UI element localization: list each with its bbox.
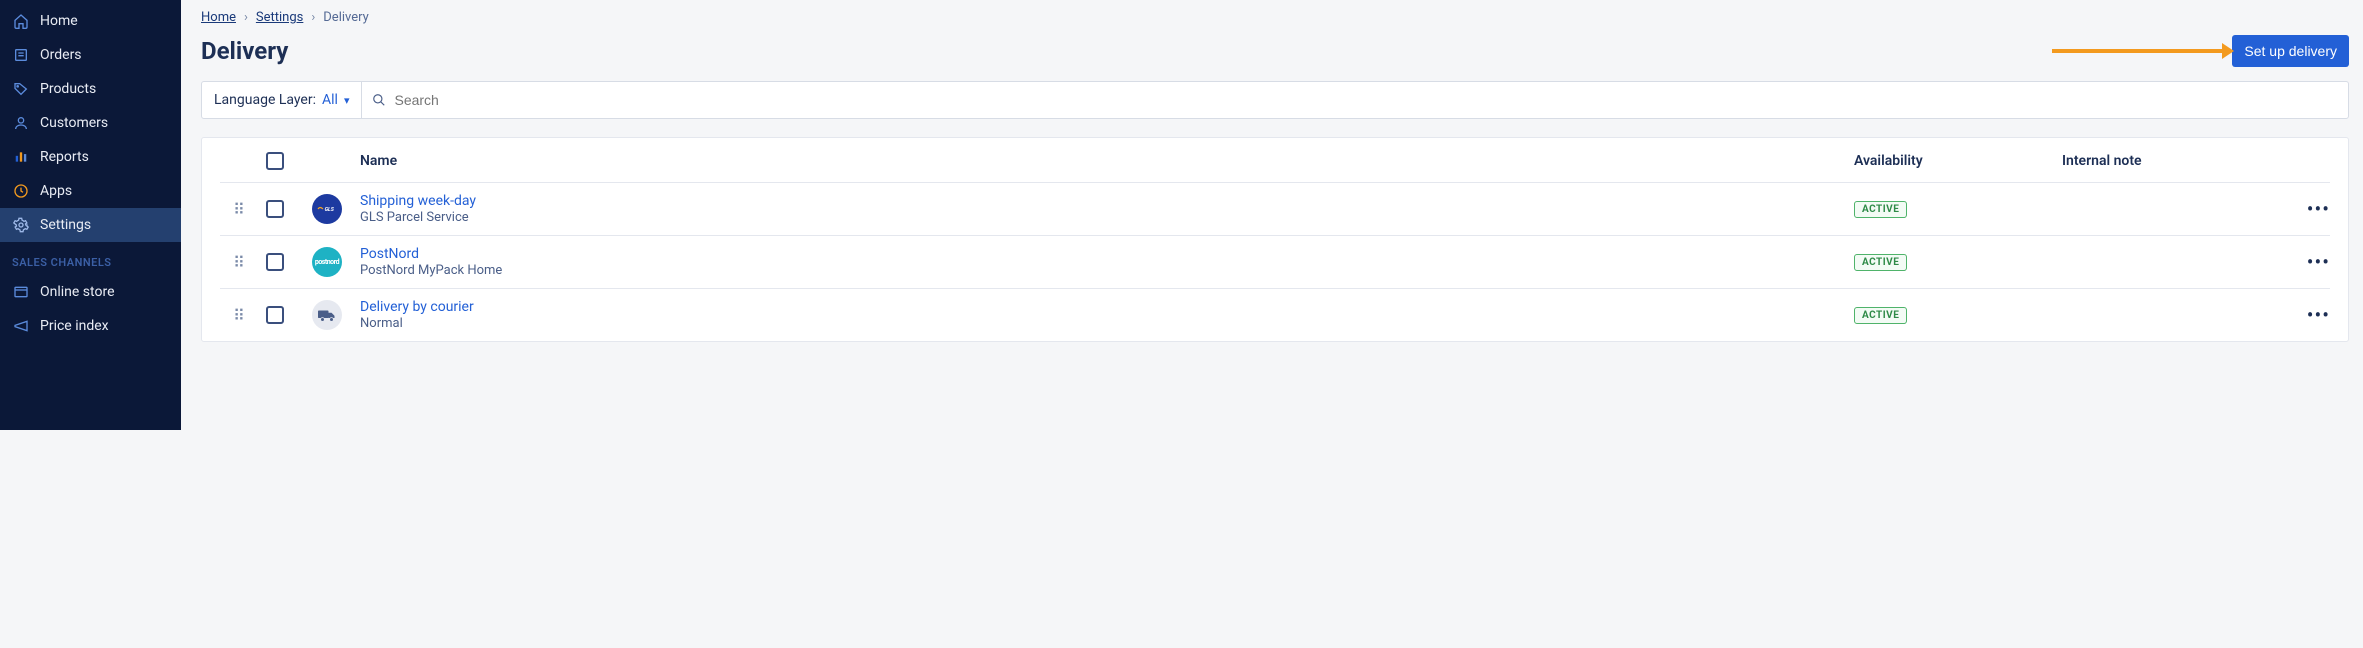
- sidebar-item-label: Price index: [40, 318, 109, 334]
- home-icon: [12, 12, 30, 30]
- provider-avatar-gls: GLS: [312, 194, 342, 224]
- table-row: ⠿ postnord PostNord PostNord MyPack Home…: [220, 236, 2330, 289]
- row-actions-menu[interactable]: •••: [2270, 197, 2330, 221]
- row-subtitle: Normal: [360, 316, 1846, 331]
- col-internal-note: Internal note: [2062, 153, 2262, 169]
- row-actions-menu[interactable]: •••: [2270, 250, 2330, 274]
- row-actions-menu[interactable]: •••: [2270, 303, 2330, 327]
- reports-icon: [12, 148, 30, 166]
- search-input[interactable]: [394, 82, 2338, 118]
- sidebar-item-products[interactable]: Products: [0, 72, 181, 106]
- drag-handle-icon[interactable]: ⠿: [220, 200, 258, 219]
- filter-bar: Language Layer: All ▾: [201, 81, 2349, 119]
- main-content: Home › Settings › Delivery Delivery Set …: [181, 0, 2363, 430]
- chevron-right-icon: ›: [311, 10, 315, 25]
- sidebar-item-label: Home: [40, 13, 78, 29]
- sidebar-item-label: Reports: [40, 149, 89, 165]
- sidebar-item-customers[interactable]: Customers: [0, 106, 181, 140]
- sidebar-item-label: Settings: [40, 217, 91, 233]
- status-badge: ACTIVE: [1854, 307, 1907, 324]
- sidebar-item-reports[interactable]: Reports: [0, 140, 181, 174]
- annotation-arrow: [2052, 49, 2222, 53]
- row-subtitle: GLS Parcel Service: [360, 210, 1846, 225]
- breadcrumb-current: Delivery: [323, 10, 369, 25]
- setup-delivery-button[interactable]: Set up delivery: [2232, 35, 2349, 67]
- sidebar-item-label: Apps: [40, 183, 72, 199]
- sidebar-item-label: Online store: [40, 284, 115, 300]
- page-title: Delivery: [201, 37, 288, 65]
- sidebar-item-label: Orders: [40, 47, 82, 63]
- online-store-icon: [12, 283, 30, 301]
- price-index-icon: [12, 317, 30, 335]
- sidebar-item-online-store[interactable]: Online store: [0, 275, 181, 309]
- row-checkbox[interactable]: [266, 306, 284, 324]
- chevron-down-icon: ▾: [344, 94, 350, 107]
- select-all-checkbox[interactable]: [266, 152, 284, 170]
- provider-avatar-generic: [312, 300, 342, 330]
- row-title[interactable]: PostNord: [360, 246, 1846, 262]
- sidebar-item-label: Products: [40, 81, 96, 97]
- breadcrumb-home[interactable]: Home: [201, 10, 236, 25]
- sidebar: Home Orders Products Customers Reports: [0, 0, 181, 430]
- sidebar-item-price-index[interactable]: Price index: [0, 309, 181, 343]
- drag-handle-icon[interactable]: ⠿: [220, 253, 258, 272]
- table-row: ⠿ Delivery by courier Normal ACTIVE •••: [220, 289, 2330, 341]
- sidebar-section-sales-channels: SALES CHANNELS: [0, 242, 181, 275]
- settings-icon: [12, 216, 30, 234]
- search-icon: [372, 93, 386, 107]
- row-checkbox[interactable]: [266, 200, 284, 218]
- delivery-table: Name Availability Internal note ⠿ GLS Sh…: [201, 137, 2349, 342]
- drag-handle-icon[interactable]: ⠿: [220, 306, 258, 325]
- sidebar-item-home[interactable]: Home: [0, 4, 181, 38]
- status-badge: ACTIVE: [1854, 201, 1907, 218]
- apps-icon: [12, 182, 30, 200]
- col-availability: Availability: [1854, 153, 2054, 169]
- breadcrumb: Home › Settings › Delivery: [201, 10, 2349, 25]
- row-title[interactable]: Delivery by courier: [360, 299, 1846, 315]
- chevron-right-icon: ›: [244, 10, 248, 25]
- status-badge: ACTIVE: [1854, 254, 1907, 271]
- sidebar-item-settings[interactable]: Settings: [0, 208, 181, 242]
- table-row: ⠿ GLS Shipping week-day GLS Parcel Servi…: [220, 183, 2330, 236]
- row-title[interactable]: Shipping week-day: [360, 193, 1846, 209]
- language-layer-value: All: [322, 92, 338, 108]
- svg-text:GLS: GLS: [325, 207, 335, 213]
- row-checkbox[interactable]: [266, 253, 284, 271]
- orders-icon: [12, 46, 30, 64]
- sidebar-item-orders[interactable]: Orders: [0, 38, 181, 72]
- breadcrumb-settings[interactable]: Settings: [256, 10, 303, 25]
- provider-avatar-postnord: postnord: [312, 247, 342, 277]
- products-icon: [12, 80, 30, 98]
- row-subtitle: PostNord MyPack Home: [360, 263, 1846, 278]
- language-layer-dropdown[interactable]: Language Layer: All ▾: [202, 82, 362, 118]
- sidebar-item-apps[interactable]: Apps: [0, 174, 181, 208]
- sidebar-item-label: Customers: [40, 115, 108, 131]
- customers-icon: [12, 114, 30, 132]
- col-name: Name: [360, 153, 1846, 169]
- language-layer-label: Language Layer:: [214, 92, 316, 108]
